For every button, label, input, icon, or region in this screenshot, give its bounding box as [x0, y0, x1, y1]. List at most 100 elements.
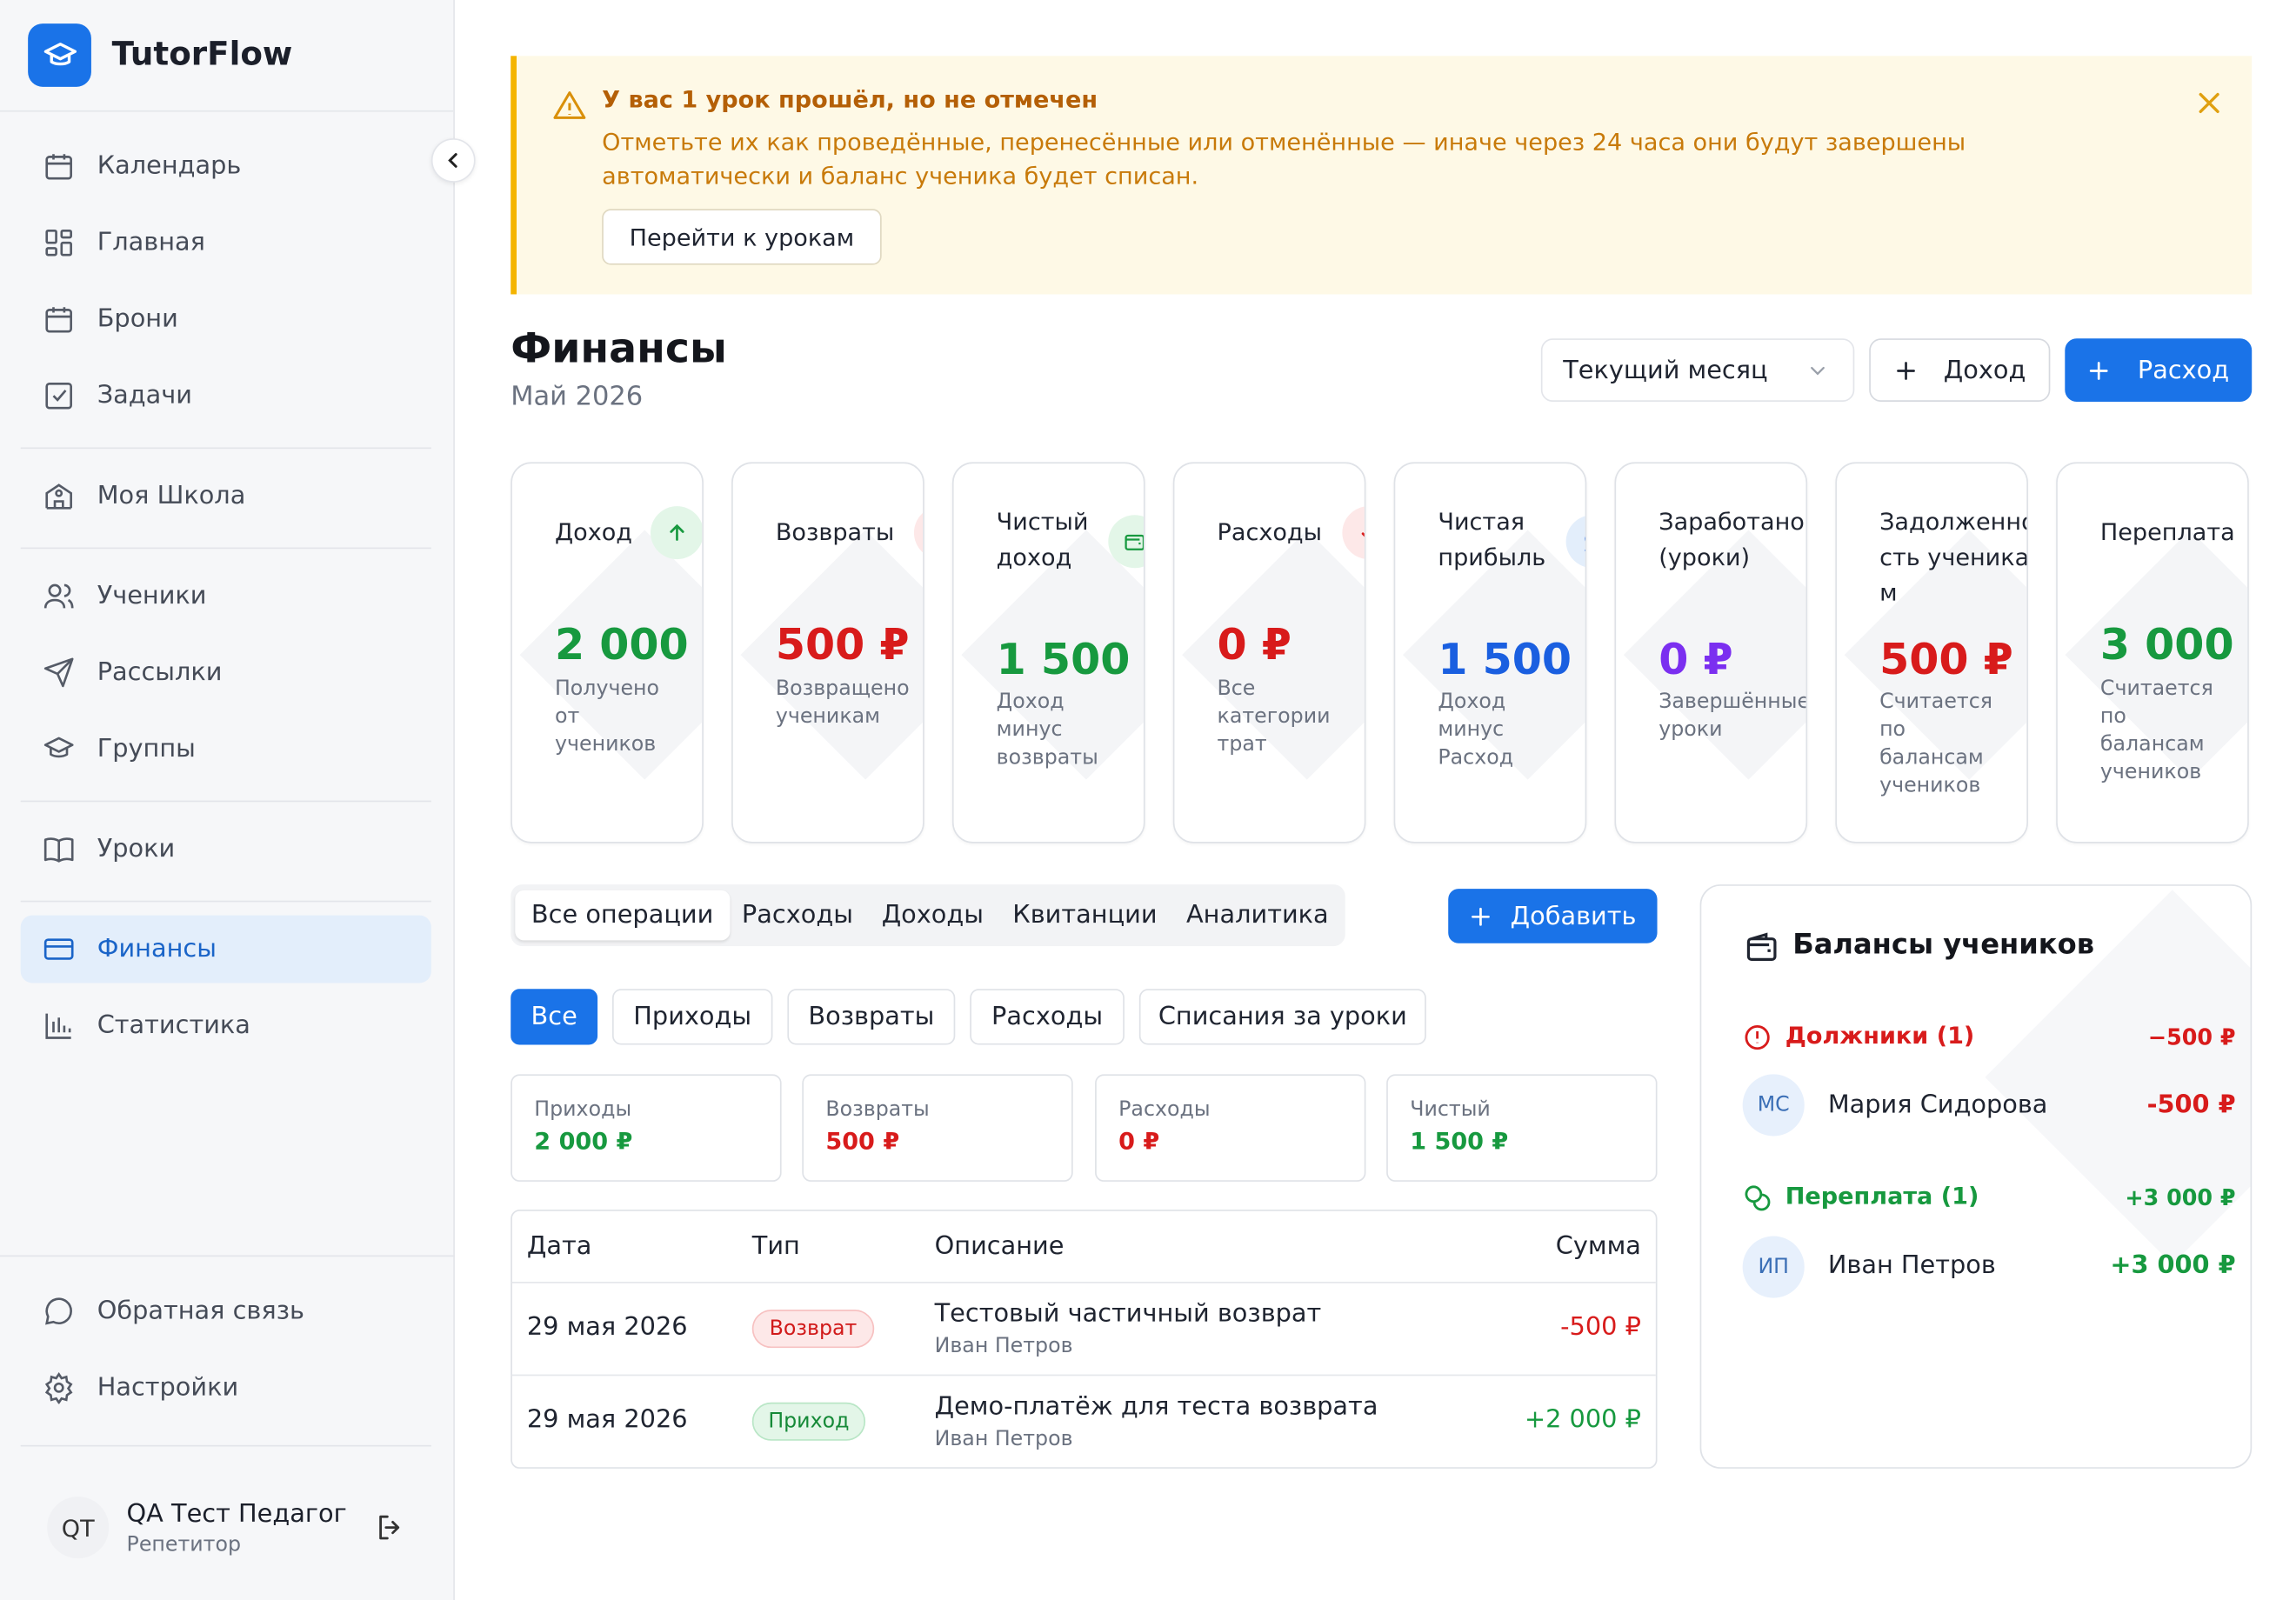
column-header-description[interactable]: Описание [935, 1231, 1065, 1261]
gear-icon [44, 1371, 73, 1404]
kpi-value: 3 000 ₽ [2099, 619, 2247, 670]
type-badge-income: Приход [751, 1402, 866, 1441]
kpi-description: Возвращено ученикам [775, 677, 910, 729]
kpi-value: 0 ₽ [1217, 619, 1292, 670]
sidebar-item-calendar[interactable]: Календарь [21, 132, 431, 200]
student-balance: +3 000 ₽ [2110, 1250, 2236, 1281]
go-to-lessons-button[interactable]: Перейти к урокам [602, 209, 882, 265]
brand[interactable]: TutorFlow [0, 0, 454, 112]
kpi-card-debt-to-students: Задолженность ученикам 500 ₽ Считается п… [1835, 462, 2028, 843]
divider [20, 1444, 431, 1447]
tab-receipts[interactable]: Квитанции [1012, 890, 1157, 941]
kpi-card-earned-lessons: Заработано (уроки) 0 ₽ Завершённые уроки [1614, 462, 1808, 843]
sidebar-item-school[interactable]: Моя Школа [21, 462, 431, 530]
sidebar-item-settings[interactable]: Настройки [21, 1354, 431, 1422]
sidebar-item-label: Ученики [97, 581, 207, 611]
filter-lesson-charges[interactable]: Списания за уроки [1138, 989, 1426, 1045]
kpi-value: 500 ₽ [1879, 634, 2013, 684]
avatar: QT [47, 1497, 110, 1559]
alert-text: Отметьте их как проведённые, перенесённы… [602, 128, 1966, 190]
sidebar-item-label: Моя Школа [97, 481, 246, 511]
divider [20, 447, 431, 450]
operations-table: Дата Тип Описание Сумма 29 мая 2026 Возв… [511, 1210, 1658, 1469]
filter-income[interactable]: Приходы [611, 989, 773, 1045]
users-icon [43, 583, 74, 609]
dashboard-icon [45, 229, 72, 257]
sidebar-item-bookings[interactable]: Брони [21, 285, 431, 353]
kpi-value: 1 500 ₽ [1438, 634, 1585, 684]
wallet-icon [1744, 930, 1779, 971]
kpi-card-expenses: Расходы 0 ₽ Все категории трат [1172, 462, 1366, 843]
profile-name: QA Тест Педагог [126, 1498, 347, 1529]
add-expense-button[interactable]: Расход [2065, 338, 2253, 402]
student-balances-card: Балансы учеников Должники (1) −500 ₽ МС … [1699, 884, 2253, 1469]
add-operation-button[interactable]: Добавить [1448, 889, 1658, 943]
summary-label: Приходы [534, 1097, 632, 1122]
add-income-label: Доход [1943, 355, 2026, 385]
sidebar-item-home[interactable]: Главная [21, 209, 431, 277]
column-header-type[interactable]: Тип [752, 1231, 800, 1261]
close-icon[interactable] [2194, 89, 2224, 124]
alert-circle-icon [1743, 1023, 1772, 1058]
sidebar-item-students[interactable]: Ученики [21, 562, 431, 630]
kpi-card-refunds: Возвраты 500 ₽ Возвращено ученикам [731, 462, 924, 843]
summary-refunds: Возвраты 500 ₽ [802, 1074, 1073, 1182]
page-subtitle: Май 2026 [511, 381, 644, 412]
collapse-sidebar-button[interactable] [430, 138, 476, 183]
chevron-left-icon [448, 153, 457, 168]
tab-all-operations[interactable]: Все операции [515, 890, 730, 941]
filter-refunds[interactable]: Возвраты [787, 989, 956, 1045]
avatar: МС [1742, 1074, 1805, 1137]
filter-expenses[interactable]: Расходы [970, 989, 1125, 1045]
undo-icon [913, 506, 924, 560]
sidebar-item-feedback[interactable]: Обратная связь [21, 1277, 431, 1345]
tab-expenses[interactable]: Расходы [742, 890, 853, 941]
kpi-card-net-profit: Чистая прибыль 1 500 ₽ Доход минус Расхо… [1393, 462, 1587, 843]
book-icon [43, 837, 74, 863]
sidebar-item-tasks[interactable]: Задачи [21, 362, 431, 430]
kpi-description: Считается по балансам учеников [2099, 677, 2213, 784]
kpi-description: Доход минус возвраты [996, 690, 1098, 770]
period-select[interactable]: Текущий месяц [1540, 338, 1855, 402]
tab-income[interactable]: Доходы [882, 890, 984, 941]
sidebar-item-finance[interactable]: Финансы [20, 915, 431, 983]
sidebar-item-mailings[interactable]: Рассылки [21, 638, 431, 706]
column-header-amount[interactable]: Сумма [1556, 1231, 1641, 1261]
add-income-button[interactable]: Доход [1869, 338, 2051, 402]
kpi-card-net-income: Чистый доход 1 500 ₽ Доход минус возврат… [951, 462, 1145, 843]
alert-title: У вас 1 урок прошёл, но не отмечен [602, 85, 1098, 114]
kpi-description: Завершённые уроки [1659, 690, 1808, 742]
sidebar-item-statistics[interactable]: Статистика [21, 992, 431, 1060]
divider [0, 1255, 455, 1257]
kpi-value: 1 500 ₽ [996, 634, 1144, 684]
debtors-label: Должники (1) [1785, 1021, 1975, 1050]
graduation-cap-icon [43, 737, 74, 758]
sidebar-item-groups[interactable]: Группы [21, 715, 431, 783]
sidebar-item-label: Группы [97, 734, 196, 764]
finance-tabs: Все операции Расходы Доходы Квитанции Ан… [511, 884, 1345, 947]
send-icon [43, 657, 74, 688]
sidebar-item-label: Главная [97, 228, 205, 258]
coins-icon [1743, 1183, 1772, 1219]
calendar-icon [45, 154, 72, 180]
balances-title: Балансы учеников [1792, 928, 2095, 962]
summary-income: Приходы 2 000 ₽ [511, 1074, 782, 1182]
sidebar-item-label: Календарь [97, 151, 242, 182]
kpi-description: Доход минус Расход [1438, 690, 1514, 770]
arrow-down-icon [1342, 506, 1365, 560]
tab-analytics[interactable]: Аналитика [1186, 890, 1329, 941]
logout-icon[interactable] [374, 1511, 406, 1550]
add-expense-label: Расход [2137, 355, 2230, 385]
page-title: Финансы [511, 323, 727, 373]
divider [20, 800, 431, 803]
summary-label: Возвраты [825, 1097, 930, 1122]
student-name: Иван Петров [1827, 1250, 1996, 1281]
sidebar: TutorFlow Календарь Главная Брони Задачи… [0, 0, 455, 1600]
sidebar-item-lessons[interactable]: Уроки [21, 816, 431, 883]
filter-all[interactable]: Все [511, 989, 598, 1045]
column-header-date[interactable]: Дата [527, 1231, 592, 1261]
user-profile[interactable]: QT QA Тест Педагог Репетитор [21, 1483, 431, 1572]
row-description: Демо-платёж для теста возврата [934, 1391, 1378, 1422]
kpi-description: Все категории трат [1217, 677, 1331, 757]
bar-chart-icon [45, 1013, 71, 1039]
